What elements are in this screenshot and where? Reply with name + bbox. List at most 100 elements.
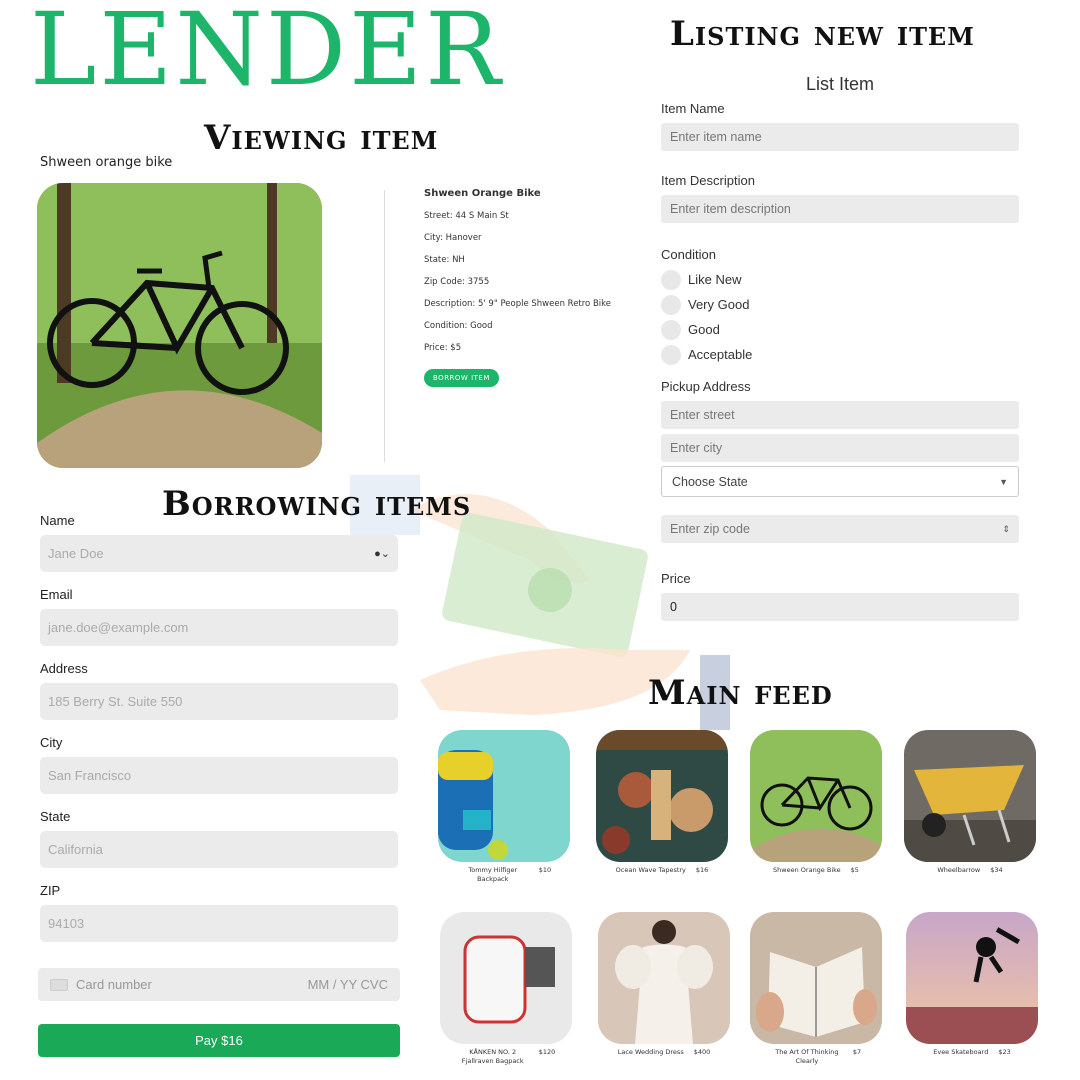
card-number-input[interactable]: Card number MM / YY CVC — [38, 968, 400, 1001]
feed-card[interactable]: Tommy Hilfiger Backpack $10 — [438, 730, 570, 884]
feed-card[interactable]: Ocean Wave Tapestry $16 — [596, 730, 728, 875]
feed-meta: Wheelbarrow $34 — [904, 866, 1036, 875]
brand-logo: LENDER — [30, 0, 504, 108]
radio-icon — [661, 319, 681, 340]
condition-option-very-good[interactable]: Very Good — [661, 292, 1019, 317]
kanken-backpack-photo — [440, 912, 572, 1044]
item-name-input[interactable]: Enter item name — [661, 123, 1019, 151]
feed-meta: Tommy Hilfiger Backpack $10 — [438, 866, 570, 884]
view-item-caption: Shween orange bike — [40, 155, 173, 170]
title-listing: Listing new item — [670, 14, 975, 54]
view-divider — [384, 190, 385, 462]
radio-icon — [661, 269, 681, 290]
condition-option-label: Like New — [688, 272, 742, 287]
backpack-photo — [438, 730, 570, 862]
feed-item-price: $23 — [998, 1048, 1011, 1056]
bike-photo — [37, 183, 322, 468]
feed-meta: KÅNKEN NO. 2 Fjallraven Bagpack $120 — [440, 1048, 572, 1066]
item-price: Price: $5 — [424, 343, 462, 353]
state-placeholder: California — [48, 842, 103, 857]
tapestry-photo — [596, 730, 728, 862]
list-item-form: List Item Item Name Enter item name Item… — [661, 74, 1019, 621]
spinner-icon[interactable]: ⇕ — [1002, 515, 1010, 543]
radio-icon — [661, 344, 681, 365]
price-input[interactable]: 0 — [661, 593, 1019, 621]
feed-item-name: KÅNKEN NO. 2 Fjallraven Bagpack — [461, 1048, 524, 1066]
zip-code-placeholder: 94103 — [48, 916, 85, 931]
city-label: City — [40, 735, 63, 750]
street-input[interactable]: Enter street — [661, 401, 1019, 429]
chevron-down-icon: ▼ — [999, 476, 1008, 487]
item-description: Description: 5' 9" People Shween Retro B… — [424, 299, 612, 309]
feed-meta: Ocean Wave Tapestry $16 — [596, 866, 728, 875]
zip-code-input[interactable]: 94103 — [40, 905, 398, 942]
feed-item-price: $7 — [852, 1048, 862, 1056]
name-label: Name — [40, 513, 75, 528]
feed-item-name: Tommy Hilfiger Backpack — [468, 866, 518, 884]
skateboard-photo — [906, 912, 1038, 1044]
name-placeholder: Jane Doe — [48, 546, 104, 561]
feed-item-name: Wheelbarrow — [937, 866, 981, 874]
feed-card[interactable]: Lace Wedding Dress $400 — [598, 912, 730, 1057]
condition-option-like-new[interactable]: Like New — [661, 267, 1019, 292]
feed-item-name: Lace Wedding Dress — [617, 1048, 684, 1056]
item-description-label: Item Description — [661, 173, 755, 188]
list-form-heading: List Item — [805, 74, 875, 94]
email-input[interactable]: jane.doe@example.com — [40, 609, 398, 646]
credit-card-icon — [50, 978, 68, 991]
address-label: Address — [40, 661, 88, 676]
item-title: Shween Orange Bike — [424, 188, 541, 199]
card-expiry-cvc-placeholder: MM / YY CVC — [307, 977, 388, 992]
user-autofill-icon[interactable]: ●⌄ — [374, 547, 390, 560]
item-condition: Condition: Good — [424, 321, 493, 331]
condition-option-label: Acceptable — [688, 347, 753, 362]
feed-meta: Evee Skateboard $23 — [906, 1048, 1038, 1057]
price-label: Price — [661, 571, 691, 586]
state-label: State — [40, 809, 71, 824]
item-description-input[interactable]: Enter item description — [661, 195, 1019, 223]
email-label: Email — [40, 587, 73, 602]
title-viewing: Viewing item — [204, 118, 439, 158]
name-input[interactable]: Jane Doe ●⌄ — [40, 535, 398, 572]
feed-item-name: Ocean Wave Tapestry — [615, 866, 686, 874]
borrow-form: Name Jane Doe ●⌄ Email jane.doe@example.… — [40, 512, 398, 956]
feed-meta: The Art Of Thinking Clearly $7 — [750, 1048, 882, 1066]
zip-placeholder: Enter zip code — [670, 522, 750, 536]
feed-card[interactable]: KÅNKEN NO. 2 Fjallraven Bagpack $120 — [440, 912, 572, 1066]
condition-label: Condition — [661, 247, 716, 262]
item-street: Street: 44 S Main St — [424, 211, 509, 221]
zip-input[interactable]: Enter zip code ⇕ — [661, 515, 1019, 543]
item-details-panel: Shween Orange Bike Street: 44 S Main St … — [424, 188, 611, 387]
address-placeholder: 185 Berry St. Suite 550 — [48, 694, 183, 709]
email-placeholder: jane.doe@example.com — [48, 620, 189, 635]
address-input[interactable]: 185 Berry St. Suite 550 — [40, 683, 398, 720]
feed-item-price: $5 — [850, 866, 859, 874]
condition-option-label: Good — [688, 322, 720, 337]
item-zip: Zip Code: 3755 — [424, 277, 490, 287]
city-placeholder: San Francisco — [48, 768, 132, 783]
borrow-item-button[interactable]: BORROW ITEM — [424, 369, 499, 387]
city-input[interactable]: Enter city — [661, 434, 1019, 462]
zip-label: ZIP — [40, 883, 61, 898]
book-photo — [750, 912, 882, 1044]
pay-button[interactable]: Pay $16 — [38, 1024, 400, 1057]
feed-meta: Shween Orange Bike $5 — [750, 866, 882, 875]
city-input[interactable]: San Francisco — [40, 757, 398, 794]
feed-item-price: $10 — [538, 866, 552, 874]
feed-item-name: Evee Skateboard — [933, 1048, 989, 1056]
wheelbarrow-photo — [904, 730, 1036, 862]
condition-option-acceptable[interactable]: Acceptable — [661, 342, 1019, 367]
title-feed: Main feed — [648, 673, 833, 713]
feed-card[interactable]: Evee Skateboard $23 — [906, 912, 1038, 1057]
wedding-dress-photo — [598, 912, 730, 1044]
feed-card[interactable]: Wheelbarrow $34 — [904, 730, 1036, 875]
radio-icon — [661, 294, 681, 315]
condition-option-good[interactable]: Good — [661, 317, 1019, 342]
state-select-value: Choose State — [672, 474, 748, 489]
feed-card[interactable]: The Art Of Thinking Clearly $7 — [750, 912, 882, 1066]
feed-item-price: $34 — [990, 866, 1003, 874]
item-name-label: Item Name — [661, 101, 725, 116]
state-input[interactable]: California — [40, 831, 398, 868]
feed-card[interactable]: Shween Orange Bike $5 — [750, 730, 882, 875]
state-select[interactable]: Choose State ▼ — [661, 466, 1019, 497]
